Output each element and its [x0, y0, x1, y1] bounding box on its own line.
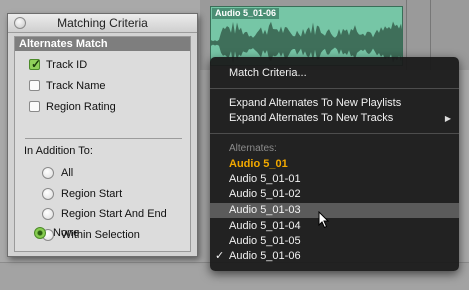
alternate-label: Audio 5_01-03	[229, 204, 301, 216]
alternates-popup-menu: Match Criteria... Expand Alternates To N…	[210, 57, 459, 271]
region-rating-checkbox[interactable]	[29, 101, 40, 112]
section-title: Alternates Match	[15, 37, 190, 51]
menu-item-match-criteria[interactable]: Match Criteria...	[210, 66, 459, 81]
alternate-label: Audio 5_01-01	[229, 173, 301, 185]
alternate-item[interactable]: Audio 5_01-01	[210, 172, 459, 187]
criteria-panel: Alternates Match ✓ Track ID Track Name R…	[14, 36, 191, 252]
checkmark-icon: ✓	[215, 250, 225, 262]
matching-criteria-window: Matching Criteria Alternates Match ✓ Tra…	[7, 13, 198, 257]
menu-item-expand-tracks[interactable]: Expand Alternates To New Tracks ▶	[210, 111, 459, 126]
region-name: Audio 5_01-06	[212, 8, 280, 19]
radio-label: Region Start	[61, 188, 123, 200]
divider	[25, 138, 182, 139]
alternate-label: Audio 5_01-06	[229, 250, 301, 262]
window-title: Matching Criteria	[57, 16, 148, 30]
alternate-label: Audio 5_01	[229, 158, 288, 170]
alternate-item[interactable]: Audio 5_01-02	[210, 187, 459, 202]
radio-button-selected[interactable]	[34, 227, 46, 239]
alternates-header: Alternates:	[229, 143, 277, 154]
alternate-item[interactable]: Audio 5_01-05	[210, 234, 459, 249]
submenu-arrow-icon: ▶	[444, 114, 451, 123]
radio-button[interactable]	[42, 188, 54, 200]
menu-separator	[210, 88, 459, 89]
radio-button[interactable]	[42, 167, 54, 179]
checkbox-label: Track Name	[46, 80, 106, 92]
checkbox-label: Track ID	[46, 59, 88, 71]
mouse-pointer-icon	[318, 211, 330, 229]
radio-button[interactable]	[42, 208, 54, 220]
radio-label: All	[61, 167, 74, 179]
checkmark-icon: ✓	[31, 57, 42, 71]
window-title-bar[interactable]: Matching Criteria	[8, 14, 197, 33]
menu-item-label: Expand Alternates To New Playlists	[229, 97, 402, 109]
close-button[interactable]	[14, 17, 26, 29]
track-id-checkbox[interactable]: ✓	[29, 57, 42, 71]
alternate-item[interactable]: Audio 5_01-04	[210, 219, 459, 234]
menu-item-label: Expand Alternates To New Tracks	[229, 112, 394, 124]
radio-label: Region Start And End	[61, 208, 167, 220]
in-addition-label: In Addition To:	[24, 145, 93, 157]
menu-item-label: Match Criteria...	[229, 67, 307, 79]
alternate-label: Audio 5_01-02	[229, 188, 301, 200]
alternate-label: Audio 5_01-05	[229, 235, 301, 247]
checkbox-label: Region Rating	[46, 101, 116, 113]
alternate-item-highlighted[interactable]: Audio 5_01-03	[210, 203, 459, 218]
menu-item-expand-playlists[interactable]: Expand Alternates To New Playlists	[210, 96, 459, 111]
menu-separator	[210, 133, 459, 134]
track-name-checkbox[interactable]	[29, 80, 40, 91]
alternate-item-checked[interactable]: ✓ Audio 5_01-06	[210, 249, 459, 264]
radio-label: None	[53, 227, 80, 239]
alternate-label: Audio 5_01-04	[229, 220, 301, 232]
alternate-item[interactable]: Audio 5_01	[210, 157, 459, 172]
